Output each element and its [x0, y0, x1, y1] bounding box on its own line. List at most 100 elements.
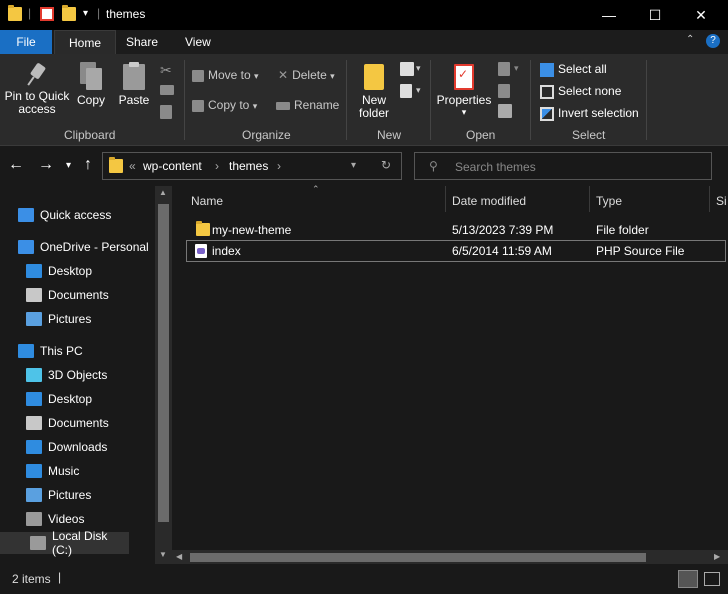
delete-icon: ✕	[278, 68, 289, 82]
sidebar-item-music[interactable]: Music	[26, 460, 79, 482]
sidebar-item-local-disk-c[interactable]: Local Disk (C:)	[0, 529, 129, 557]
organize-group-label: Organize	[242, 128, 291, 142]
search-input[interactable]: ⚲ Search themes	[414, 152, 712, 180]
move-to-button[interactable]: Move to ▾	[192, 68, 259, 82]
open-icon[interactable]	[498, 62, 510, 76]
chevron-down-icon[interactable]: ▾	[416, 63, 421, 74]
chevron-down-icon[interactable]: ▾	[416, 85, 421, 96]
tab-file[interactable]: File	[0, 30, 52, 54]
column-header-type[interactable]: Type	[596, 194, 622, 208]
sidebar-item-pictures[interactable]: Pictures	[26, 484, 91, 506]
column-divider[interactable]	[589, 186, 590, 212]
column-header-date-modified[interactable]: Date modified	[452, 194, 526, 208]
sidebar-item-desktop[interactable]: Desktop	[26, 388, 92, 410]
sidebar-item-label: Pictures	[48, 312, 92, 326]
easy-access-icon[interactable]	[400, 84, 412, 98]
address-history-dropdown-icon[interactable]: ▾	[351, 160, 356, 171]
cube-icon	[26, 368, 42, 382]
tab-home[interactable]: Home	[54, 30, 117, 54]
cut-icon[interactable]: ✂	[160, 62, 172, 79]
select-none-label: Select none	[558, 84, 622, 98]
rename-button[interactable]: Rename	[276, 98, 339, 112]
select-all-icon	[540, 62, 554, 77]
sidebar-item-pictures[interactable]: Pictures	[26, 308, 91, 330]
column-header-size[interactable]: Si	[716, 194, 727, 208]
copy-to-button[interactable]: Copy to ▾	[192, 98, 257, 112]
history-icon[interactable]	[498, 104, 512, 118]
file-type: PHP Source File	[596, 244, 685, 258]
horizontal-scrollbar[interactable]: ◀ ▶	[172, 550, 728, 564]
column-divider[interactable]	[445, 186, 446, 212]
back-arrow-icon[interactable]: ←	[8, 156, 24, 174]
sidebar-item-quick-access[interactable]: Quick access	[18, 204, 111, 226]
chevron-right-icon[interactable]: ›	[215, 159, 219, 173]
address-bar[interactable]: « wp-content › themes › ▾ ↻	[102, 152, 402, 180]
new-folder-button[interactable]: New folder	[352, 62, 396, 120]
file-list: ⌃ Name Date modified Type Si my-new-them…	[172, 184, 728, 564]
tab-share[interactable]: Share	[112, 30, 172, 54]
refresh-icon[interactable]: ↻	[381, 158, 391, 172]
sidebar-item-desktop[interactable]: Desktop	[26, 260, 92, 282]
scrollbar-thumb[interactable]	[190, 553, 646, 562]
details-view-icon[interactable]	[678, 570, 698, 588]
sidebar-item-downloads[interactable]: Downloads	[26, 436, 107, 458]
chevron-down-icon[interactable]: ▾	[514, 63, 519, 74]
paste-button[interactable]: Paste	[114, 62, 154, 107]
sidebar-item-this-pc[interactable]: This PC	[18, 340, 83, 362]
delete-button[interactable]: ✕ Delete ▾	[278, 68, 335, 82]
sidebar-item-documents[interactable]: Documents	[26, 284, 109, 306]
php-file-icon	[195, 244, 207, 258]
invert-selection-button[interactable]: Invert selection	[540, 106, 639, 121]
select-all-label: Select all	[558, 62, 607, 76]
breadcrumb-wp-content[interactable]: wp-content	[143, 159, 202, 173]
recent-locations-icon[interactable]: ▾	[66, 160, 71, 171]
scroll-right-icon[interactable]: ▶	[714, 552, 720, 561]
column-header-name[interactable]: Name	[191, 194, 223, 208]
large-icons-view-icon[interactable]	[704, 572, 720, 586]
paste-shortcut-icon[interactable]	[160, 105, 172, 119]
paste-icon	[123, 62, 145, 90]
music-icon	[26, 464, 42, 478]
minimize-button[interactable]: —	[586, 0, 632, 30]
new-item-icon[interactable]	[400, 62, 414, 76]
copy-path-icon[interactable]	[160, 85, 174, 95]
maximize-button[interactable]: ☐	[632, 0, 678, 30]
help-icon[interactable]: ?	[706, 34, 720, 48]
select-all-button[interactable]: Select all	[540, 62, 607, 77]
scroll-left-icon[interactable]: ◀	[176, 552, 182, 561]
overflow-crumb[interactable]: «	[129, 159, 136, 173]
sort-ascending-icon: ⌃	[312, 184, 320, 194]
customize-toolbar-icon[interactable]: ▾	[83, 8, 88, 19]
breadcrumb-themes[interactable]: themes	[229, 159, 268, 173]
tab-view[interactable]: View	[171, 30, 225, 54]
sidebar-item-onedrive-personal[interactable]: OneDrive - Personal	[18, 236, 149, 258]
scroll-up-icon[interactable]: ▲	[159, 188, 167, 197]
sidebar-item-videos[interactable]: Videos	[26, 508, 84, 530]
collapse-ribbon-icon[interactable]: ⌃	[686, 34, 694, 45]
chevron-right-icon[interactable]: ›	[277, 159, 281, 173]
properties-quick-icon[interactable]	[40, 7, 54, 21]
ribbon-tabs: File Home Share View ⌃ ?	[0, 30, 728, 54]
table-row[interactable]: index 6/5/2014 11:59 AM PHP Source File	[186, 240, 726, 262]
copy-button[interactable]: Copy	[74, 62, 108, 107]
forward-arrow-icon[interactable]: →	[38, 156, 54, 174]
properties-button[interactable]: ✓ Properties ▾	[436, 62, 492, 117]
close-button[interactable]: ✕	[678, 0, 724, 30]
select-none-button[interactable]: Select none	[540, 84, 621, 99]
pin-to-quick-access-button[interactable]: Pin to Quick access	[2, 62, 72, 116]
sidebar-item-label: Music	[48, 464, 80, 478]
pc-icon	[18, 344, 34, 358]
sidebar-scrollbar[interactable]: ▲ ▼	[155, 186, 172, 564]
copy-icon	[80, 62, 102, 90]
column-divider[interactable]	[709, 186, 710, 212]
up-arrow-icon[interactable]: ↑	[84, 156, 92, 174]
edit-icon[interactable]	[498, 84, 510, 98]
table-row[interactable]: my-new-theme 5/13/2023 7:39 PM File fold…	[186, 219, 726, 241]
scrollbar-thumb[interactable]	[158, 204, 169, 522]
sidebar-item-3d-objects[interactable]: 3D Objects	[26, 364, 107, 386]
new-folder-quick-icon[interactable]	[62, 5, 76, 21]
sidebar-item-documents[interactable]: Documents	[26, 412, 109, 434]
chevron-down-icon: ▾	[461, 107, 467, 117]
sidebar-item-label: Pictures	[48, 488, 92, 502]
scroll-down-icon[interactable]: ▼	[159, 550, 167, 559]
